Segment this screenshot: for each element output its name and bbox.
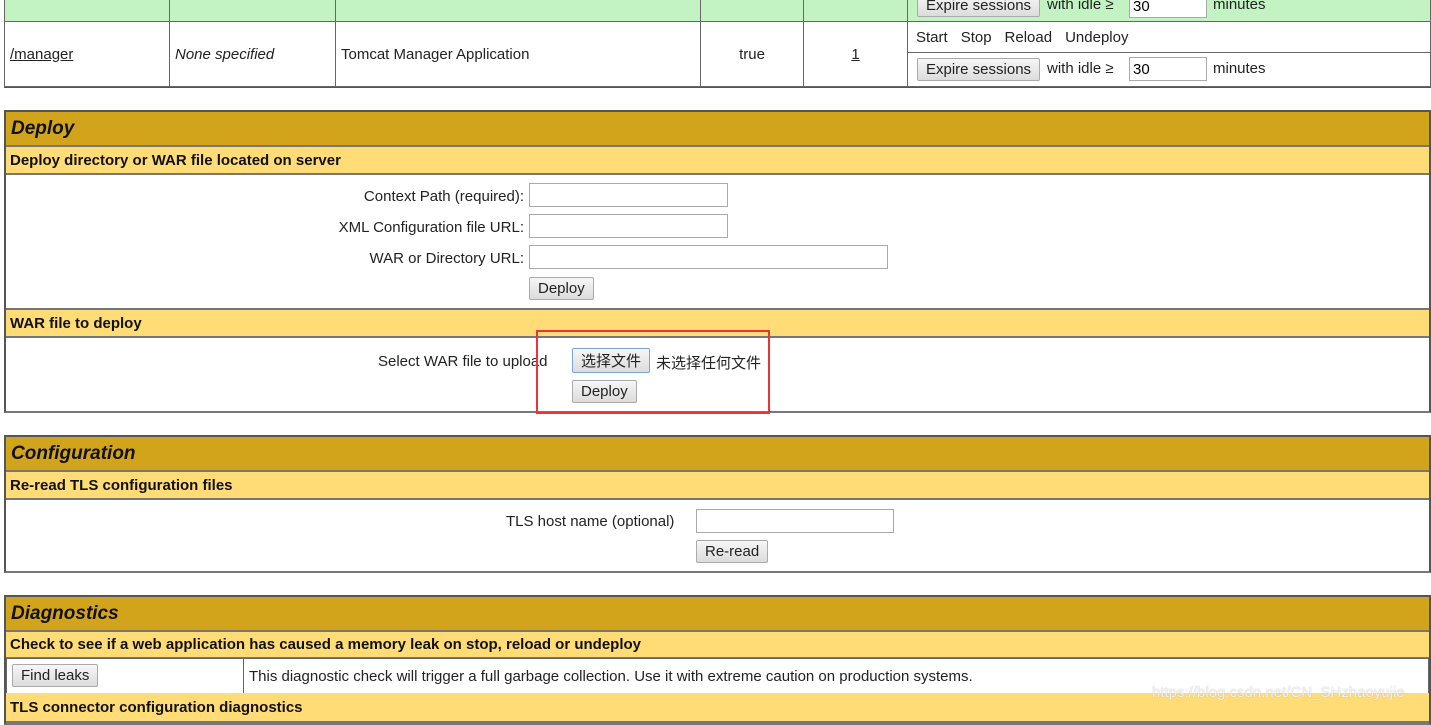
find-leaks-button[interactable]: Find leaks [12, 664, 99, 687]
subheader: Deploy directory or WAR file located on … [6, 147, 1429, 175]
xml-config-label: XML Configuration file URL: [338, 219, 524, 236]
expire-sessions-button[interactable]: Expire sessions [917, 58, 1041, 81]
version-cell: None specified [169, 21, 336, 87]
path-cell: /manager [4, 21, 170, 87]
commands-cell: Start Stop Reload Undeploy [907, 21, 1431, 53]
sessions-cell: 1 [803, 21, 908, 87]
undeploy-command[interactable]: Undeploy [1065, 29, 1128, 46]
running: true [739, 45, 765, 63]
display-name-cell: Tomcat Manager Application [335, 21, 701, 87]
war-url-input[interactable] [529, 245, 888, 269]
tls-host-input[interactable] [696, 509, 894, 533]
reread-button[interactable]: Re-read [696, 540, 769, 563]
idle-label: with idle ≥ [1047, 0, 1114, 13]
start-command[interactable]: Start [916, 29, 948, 46]
cell [335, 0, 701, 22]
cell: Expire sessions with idle ≥ minutes [907, 0, 1431, 22]
xml-config-input[interactable] [529, 214, 728, 238]
subheader: Check to see if a web application has ca… [6, 632, 1429, 659]
minutes-label: minutes [1213, 60, 1266, 77]
manager-path-link[interactable]: /manager [10, 46, 73, 63]
idle-label: with idle ≥ [1047, 60, 1114, 77]
cell [803, 0, 908, 22]
select-war-label: Select WAR file to upload [378, 353, 548, 370]
watermark: https://blog.csdn.net/CN_SHzhaoyujie [1152, 684, 1405, 701]
deploy-button[interactable]: Deploy [529, 277, 594, 300]
display-name: Tomcat Manager Application [341, 45, 530, 63]
section-title: Configuration [6, 437, 1429, 472]
reload-command[interactable]: Reload [1005, 29, 1053, 46]
configuration-section: Configuration Re-read TLS configuration … [4, 435, 1431, 573]
section-title: Deploy [6, 112, 1429, 147]
idle-input[interactable] [1129, 0, 1207, 18]
subheader: Re-read TLS configuration files [6, 472, 1429, 500]
find-leaks-cell: Find leaks [6, 658, 244, 694]
tls-host-label: TLS host name (optional) [506, 513, 675, 530]
apps-table: Expire sessions with idle ≥ minutes /man… [4, 0, 1431, 88]
cell [169, 0, 336, 22]
leak-description: This diagnostic check will trigger a ful… [249, 667, 973, 685]
context-path-label: Context Path (required): [363, 188, 524, 205]
war-url-label: WAR or Directory URL: [369, 250, 524, 267]
expire-cell: Expire sessions with idle ≥ minutes [907, 52, 1431, 87]
sessions-link[interactable]: 1 [851, 46, 859, 63]
highlight-box [536, 330, 770, 414]
section-title: Diagnostics [6, 597, 1429, 632]
context-path-input[interactable] [529, 183, 728, 207]
version: None specified [175, 45, 275, 63]
minutes-label: minutes [1213, 0, 1266, 13]
idle-input[interactable] [1129, 57, 1207, 81]
diagnostics-section: Diagnostics Check to see if a web applic… [4, 595, 1431, 725]
stop-command[interactable]: Stop [961, 29, 992, 46]
running-cell: true [700, 21, 804, 87]
cell [4, 0, 170, 22]
cell [700, 0, 804, 22]
expire-sessions-button[interactable]: Expire sessions [917, 0, 1041, 17]
